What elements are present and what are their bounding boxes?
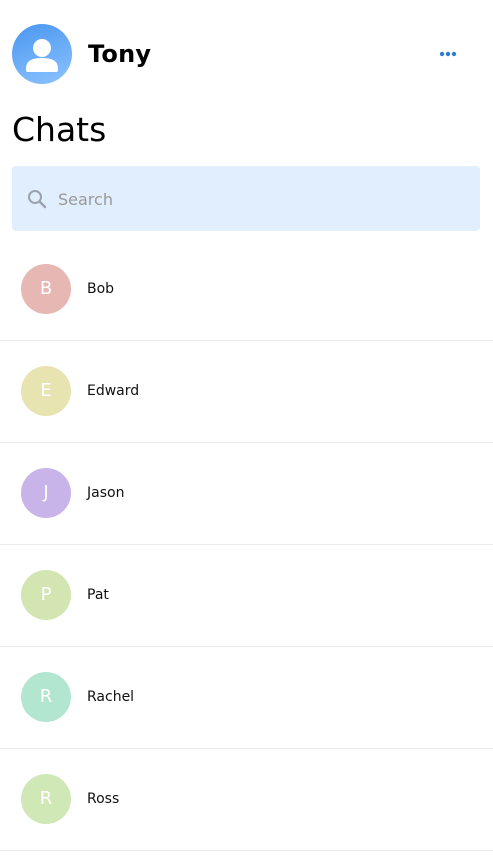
chat-name: Edward xyxy=(87,383,140,399)
chat-avatar: P xyxy=(21,570,71,620)
page-title: Chats xyxy=(12,110,107,149)
chat-avatar: J xyxy=(21,468,71,518)
chat-list-item-ross[interactable]: R Ross xyxy=(0,749,493,851)
chat-name: Rachel xyxy=(87,689,135,705)
chat-name: Ross xyxy=(87,791,120,807)
chat-avatar: B xyxy=(21,264,71,314)
chat-list-item-rachel[interactable]: R Rachel xyxy=(0,647,493,749)
chat-avatar: R xyxy=(21,774,71,824)
more-horizontal-icon xyxy=(439,51,457,57)
chat-name: Pat xyxy=(87,587,109,603)
search-icon xyxy=(26,188,48,210)
chat-avatar: R xyxy=(21,672,71,722)
chat-list-item-pat[interactable]: P Pat xyxy=(0,545,493,647)
chat-list-item-bob[interactable]: B Bob xyxy=(0,239,493,341)
chat-name: Bob xyxy=(87,281,115,297)
header: Tony xyxy=(0,0,493,108)
user-avatar[interactable] xyxy=(12,24,72,84)
chat-list: B Bob E Edward J Jason P Pat R Rachel R … xyxy=(0,239,493,851)
chat-list-item-edward[interactable]: E Edward xyxy=(0,341,493,443)
search-input[interactable] xyxy=(58,182,458,216)
search-box[interactable] xyxy=(12,166,480,231)
chat-list-item-jason[interactable]: J Jason xyxy=(0,443,493,545)
chat-name: Jason xyxy=(87,485,125,501)
user-name: Tony xyxy=(88,40,152,68)
user-silhouette-icon xyxy=(26,39,58,72)
chat-avatar: E xyxy=(21,366,71,416)
more-options-button[interactable] xyxy=(432,42,464,66)
chat-app: Tony Chats B Bob E Edward J xyxy=(0,0,493,867)
